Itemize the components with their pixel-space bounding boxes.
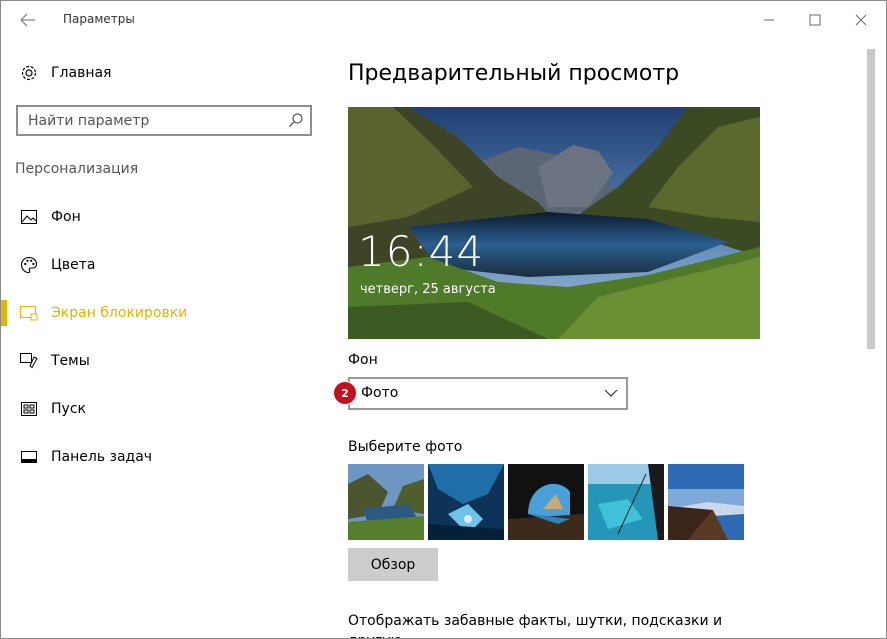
photo-thumbnail[interactable] [348,464,424,540]
chevron-down-icon [604,389,618,397]
back-button[interactable] [9,5,47,35]
sidebar-item-lock-screen[interactable]: Экран блокировки [1,291,326,335]
scrollbar[interactable] [867,49,875,349]
sidebar-item-background[interactable]: Фон [1,195,326,239]
search-icon [289,113,303,127]
browse-button[interactable]: Обзор [348,548,438,581]
title-bar: Параметры [1,1,886,39]
section-heading: Персонализация [15,161,139,177]
close-icon [855,14,867,26]
sidebar-item-label: Панель задач [51,449,153,465]
photo-thumbnails [348,464,748,542]
themes-icon [19,351,39,371]
window-title: Параметры [63,12,135,26]
active-indicator [1,300,7,326]
photo-thumbnail[interactable] [668,464,744,540]
taskbar-icon [19,447,39,467]
minimize-icon [764,19,774,21]
search-field[interactable] [16,105,312,136]
photo-thumbnail[interactable] [508,464,584,540]
sidebar-item-colors[interactable]: Цвета [1,243,326,287]
close-button[interactable] [839,5,883,35]
gear-icon [19,63,39,83]
page-title: Предварительный просмотр [348,61,680,86]
preview-clock: 16:44 [358,227,485,276]
preview-date: четверг, 25 августа [360,282,496,297]
background-type-dropdown[interactable]: Фото [348,377,628,410]
minimize-button[interactable] [747,5,791,35]
lock-screen-preview: 16:44 четверг, 25 августа [348,107,760,339]
maximize-icon [809,14,821,26]
settings-window: Параметры Главная Персонализация Фон [0,0,887,639]
description-text: Отображать забавные факты, шутки, подска… [348,613,723,638]
start-icon [19,399,39,419]
lock-screen-icon [19,303,39,323]
palette-icon [19,255,39,275]
sidebar-item-start[interactable]: Пуск [1,387,326,431]
sidebar-item-label: Экран блокировки [51,305,188,321]
image-icon [19,207,39,227]
main-content: Предварительный просмотр 16:44 четверг, … [333,39,868,638]
search-input[interactable] [18,107,288,134]
sidebar: Главная Персонализация Фон Цвета Экран б… [1,39,326,638]
preview-landscape-image [348,107,760,339]
sidebar-item-label: Главная [51,65,112,81]
sidebar-item-home[interactable]: Главная [1,51,326,95]
maximize-button[interactable] [793,5,837,35]
dropdown-value: Фото [361,385,399,401]
photo-thumbnail[interactable] [428,464,504,540]
back-arrow-icon [20,13,35,27]
choose-photo-label: Выберите фото [348,439,463,455]
sidebar-item-label: Темы [51,353,90,369]
step-badge: 2 [333,381,357,405]
sidebar-item-label: Цвета [51,257,96,273]
sidebar-item-label: Фон [51,209,81,225]
background-label: Фон [348,352,378,368]
sidebar-item-label: Пуск [51,401,86,417]
sidebar-item-themes[interactable]: Темы [1,339,326,383]
sidebar-item-taskbar[interactable]: Панель задач [1,435,326,479]
photo-thumbnail[interactable] [588,464,664,540]
